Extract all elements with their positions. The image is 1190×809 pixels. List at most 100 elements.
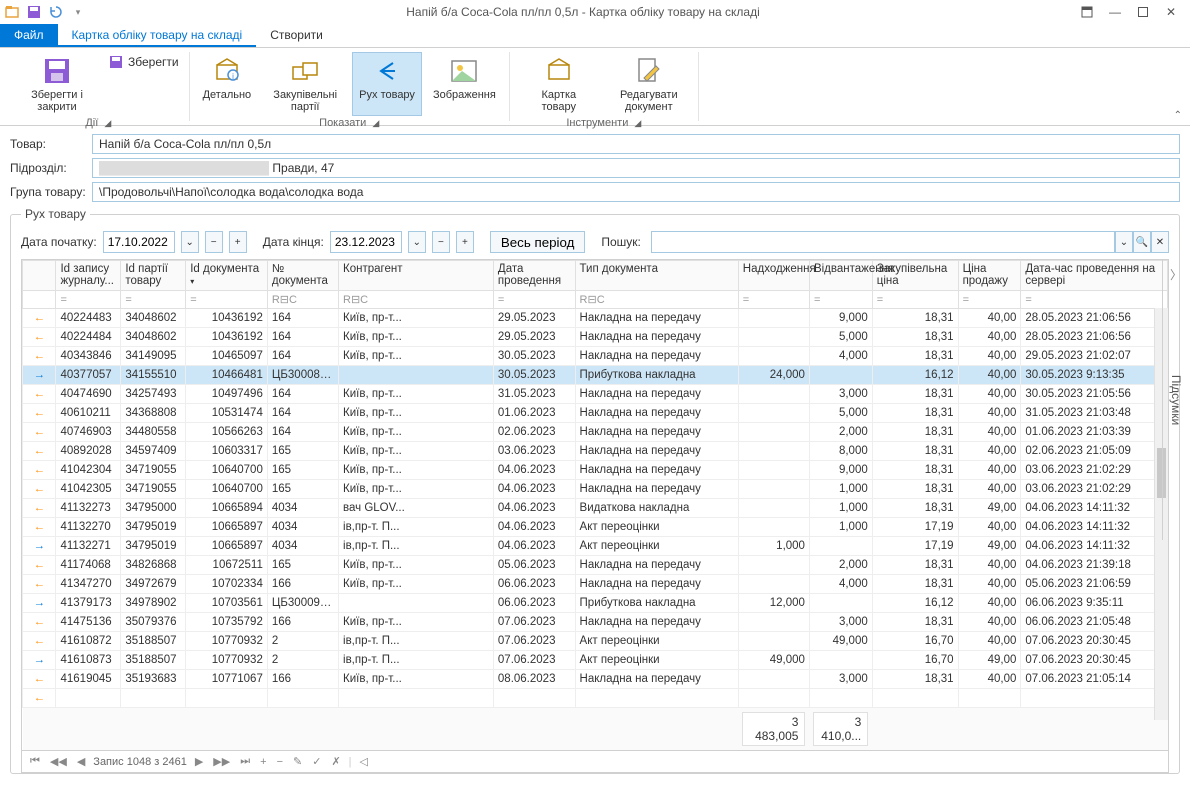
- table-row[interactable]: ←406102113436880810531474164Київ, пр-т..…: [23, 404, 1168, 423]
- table-row[interactable]: →4113227134795019106658974034ів,пр-т. П.…: [23, 537, 1168, 556]
- image-button[interactable]: Зображення: [426, 52, 503, 116]
- nav-first-icon[interactable]: ⏮: [28, 755, 42, 768]
- search-dropdown[interactable]: ⌄: [1115, 231, 1133, 253]
- filter-cell[interactable]: =: [121, 291, 186, 309]
- filter-cell[interactable]: R⊟C: [267, 291, 338, 309]
- nav-apply-icon[interactable]: ✓: [310, 755, 323, 768]
- search-find-icon[interactable]: 🔍: [1133, 231, 1151, 253]
- table-row[interactable]: ←411740683482686810672511165Київ, пр-т..…: [23, 556, 1168, 575]
- minimize-button[interactable]: —: [1108, 5, 1122, 19]
- table-row[interactable]: ←413472703497267910702334166Київ, пр-т..…: [23, 575, 1168, 594]
- table-row[interactable]: ←402244833404860210436192164Київ, пр-т..…: [23, 309, 1168, 328]
- table-row[interactable]: ←402244843404860210436192164Київ, пр-т..…: [23, 328, 1168, 347]
- nav-prev-icon[interactable]: ◀: [75, 755, 87, 768]
- nav-edit-icon[interactable]: ✎: [291, 755, 304, 768]
- date-start-dropdown[interactable]: ⌄: [181, 231, 199, 253]
- table-row[interactable]: ←414751363507937610735792166Київ, пр-т..…: [23, 613, 1168, 632]
- table-row[interactable]: ←403438463414909510465097164Київ, пр-т..…: [23, 347, 1168, 366]
- nav-next-icon[interactable]: ▶: [193, 755, 205, 768]
- table-row[interactable]: ←410423043471905510640700165Київ, пр-т..…: [23, 461, 1168, 480]
- table-row[interactable]: →4161087335188507107709322ів,пр-т. П...0…: [23, 651, 1168, 670]
- filter-cell[interactable]: =: [56, 291, 121, 309]
- table-row[interactable]: ←: [23, 689, 1168, 708]
- date-end-dropdown[interactable]: ⌄: [408, 231, 426, 253]
- movement-button[interactable]: Рух товару: [352, 52, 422, 116]
- table-row[interactable]: ←4113227334795000106658944034вач GLOV...…: [23, 499, 1168, 518]
- detail-button[interactable]: iДетально: [196, 52, 259, 116]
- col-header[interactable]: Відвантаження: [809, 261, 872, 291]
- save-close-button[interactable]: Зберегти і закрити: [14, 52, 100, 116]
- col-header[interactable]: Дата проведення: [493, 261, 575, 291]
- date-end-input[interactable]: [330, 231, 402, 253]
- col-header[interactable]: Id партії товару: [121, 261, 186, 291]
- search-clear-icon[interactable]: ✕: [1151, 231, 1169, 253]
- table-row[interactable]: ←410423053471905510640700165Київ, пр-т..…: [23, 480, 1168, 499]
- col-header[interactable]: Контрагент: [339, 261, 494, 291]
- filter-cell[interactable]: R⊟C: [339, 291, 494, 309]
- card-button[interactable]: Картка товару: [516, 52, 602, 116]
- nav-last-icon[interactable]: ⏭: [238, 755, 252, 768]
- nav-expand-left-icon[interactable]: ◁: [358, 755, 370, 768]
- nav-prevpage-icon[interactable]: ◀◀: [48, 755, 69, 768]
- table-row[interactable]: →413791733497890210703561ЦБ300094...06.0…: [23, 594, 1168, 613]
- maximize-button[interactable]: [1136, 5, 1150, 19]
- qat-refresh-icon[interactable]: [48, 4, 64, 20]
- col-header[interactable]: [23, 261, 56, 291]
- qat-open-icon[interactable]: [4, 4, 20, 20]
- save-button[interactable]: Зберегти: [104, 52, 183, 72]
- tab-card[interactable]: Картка обліку товару на складі: [58, 24, 257, 47]
- filter-cell[interactable]: =: [186, 291, 268, 309]
- date-start-plus[interactable]: +: [229, 231, 247, 253]
- group-launcher-icon[interactable]: ◢: [104, 118, 111, 129]
- collapse-ribbon-icon[interactable]: ⌃: [1174, 110, 1182, 121]
- col-header[interactable]: № документа: [267, 261, 338, 291]
- col-header[interactable]: Закупівельна ціна: [872, 261, 958, 291]
- movement-grid[interactable]: Id запису журналу...Id партії товаруId д…: [22, 260, 1168, 750]
- date-end-minus[interactable]: −: [432, 231, 450, 253]
- qat-dropdown-icon[interactable]: ▾: [70, 4, 86, 20]
- table-row[interactable]: ←407469033448055810566263164Київ, пр-т..…: [23, 423, 1168, 442]
- col-header[interactable]: Надходження: [738, 261, 809, 291]
- filter-cell[interactable]: =: [872, 291, 958, 309]
- filter-cell[interactable]: =: [958, 291, 1021, 309]
- col-header[interactable]: Ціна продажу: [958, 261, 1021, 291]
- product-field[interactable]: Напій б/а Coca-Cola пл/пл 0,5л: [92, 134, 1180, 154]
- tab-create[interactable]: Створити: [256, 24, 337, 47]
- filter-cell[interactable]: =: [809, 291, 872, 309]
- edit-doc-button[interactable]: Редагувати документ: [606, 52, 692, 116]
- group-field[interactable]: \Продовольчі\Напої\солодка вода\солодка …: [92, 182, 1180, 202]
- tab-file[interactable]: Файл: [0, 24, 58, 47]
- qat-save-icon[interactable]: [26, 4, 42, 20]
- whole-period-button[interactable]: Весь період: [490, 231, 586, 253]
- filter-cell[interactable]: =: [1021, 291, 1168, 309]
- col-header[interactable]: Дата-час проведення на сервері: [1021, 261, 1168, 291]
- table-row[interactable]: ←4113227034795019106658974034ів,пр-т. П.…: [23, 518, 1168, 537]
- side-totals-tab[interactable]: Підсумки: [1162, 260, 1190, 540]
- group-launcher-icon[interactable]: ◢: [372, 118, 379, 129]
- col-header[interactable]: Id запису журналу...: [56, 261, 121, 291]
- col-header[interactable]: Id документа ▾: [186, 261, 268, 291]
- filter-cell[interactable]: =: [738, 291, 809, 309]
- close-button[interactable]: ✕: [1164, 5, 1178, 19]
- table-row[interactable]: ←4161087235188507107709322ів,пр-т. П...0…: [23, 632, 1168, 651]
- filter-cell[interactable]: R⊟C: [575, 291, 738, 309]
- table-row[interactable]: ←408920283459740910603317165Київ, пр-т..…: [23, 442, 1168, 461]
- nav-cancel-icon[interactable]: ✗: [329, 755, 342, 768]
- table-row[interactable]: →403770573415551010466481ЦБ300087...30.0…: [23, 366, 1168, 385]
- nav-nextpage-icon[interactable]: ▶▶: [211, 755, 232, 768]
- grid-header[interactable]: Id запису журналу...Id партії товаруId д…: [23, 261, 1168, 291]
- date-end-plus[interactable]: +: [456, 231, 474, 253]
- table-row[interactable]: ←416190453519368310771067166Київ, пр-т..…: [23, 670, 1168, 689]
- filter-cell[interactable]: [23, 291, 56, 309]
- ribbon-mode-icon[interactable]: [1080, 5, 1094, 19]
- nav-remove-icon[interactable]: −: [275, 756, 285, 768]
- filter-cell[interactable]: =: [493, 291, 575, 309]
- batches-button[interactable]: Закупівельні партії: [262, 52, 348, 116]
- group-launcher-icon[interactable]: ◢: [634, 118, 641, 129]
- table-row[interactable]: ←404746903425749310497496164Київ, пр-т..…: [23, 385, 1168, 404]
- division-field[interactable]: ████████████████████ Правди, 47: [92, 158, 1180, 178]
- nav-add-icon[interactable]: +: [258, 756, 268, 768]
- search-input[interactable]: [651, 231, 1115, 253]
- date-start-input[interactable]: [103, 231, 175, 253]
- date-start-minus[interactable]: −: [205, 231, 223, 253]
